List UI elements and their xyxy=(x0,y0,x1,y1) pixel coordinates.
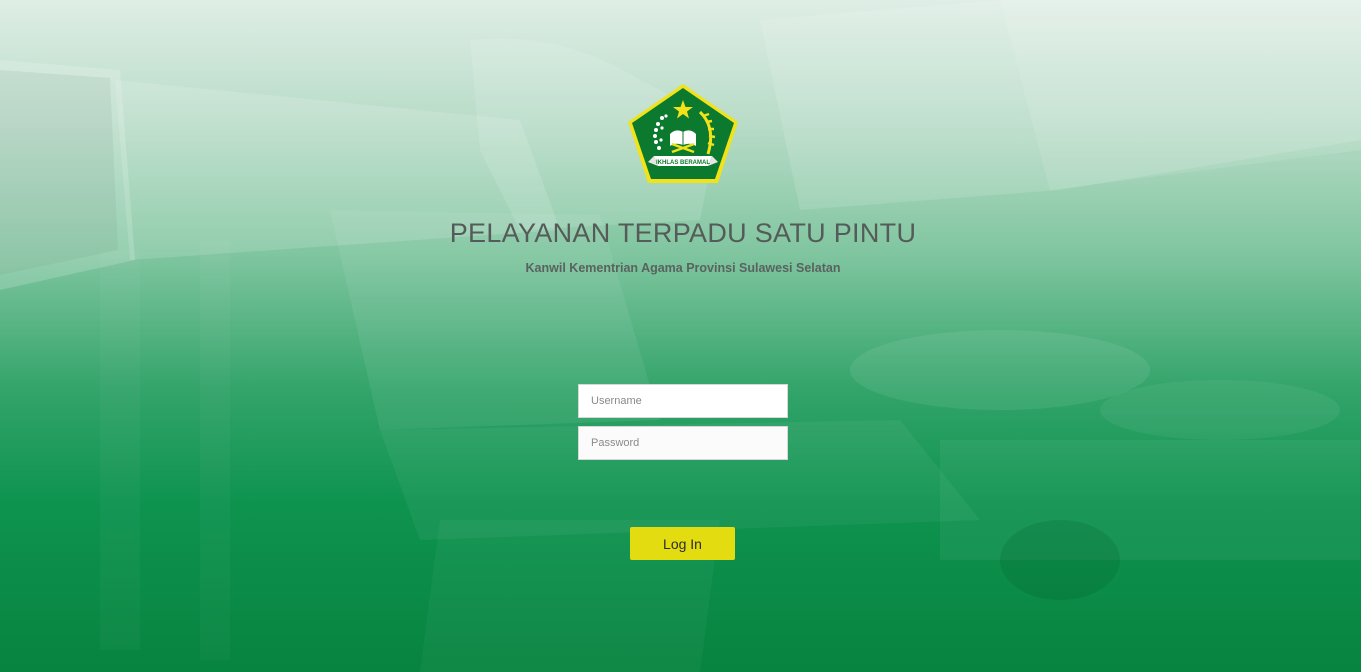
emblem-motto: IKHLAS BERAMAL xyxy=(656,160,710,166)
username-input[interactable] xyxy=(578,384,788,418)
page-subtitle: Kanwil Kementrian Agama Provinsi Sulawes… xyxy=(525,261,841,275)
page-title: PELAYANAN TERPADU SATU PINTU xyxy=(449,218,917,248)
kemenag-emblem-icon: IKHLAS BERAMAL xyxy=(626,82,740,186)
password-input[interactable] xyxy=(578,426,788,460)
login-page: IKHLAS BERAMAL PELAYANAN TERPADU SATU PI… xyxy=(0,0,1361,672)
login-button[interactable]: Log In xyxy=(630,527,735,560)
